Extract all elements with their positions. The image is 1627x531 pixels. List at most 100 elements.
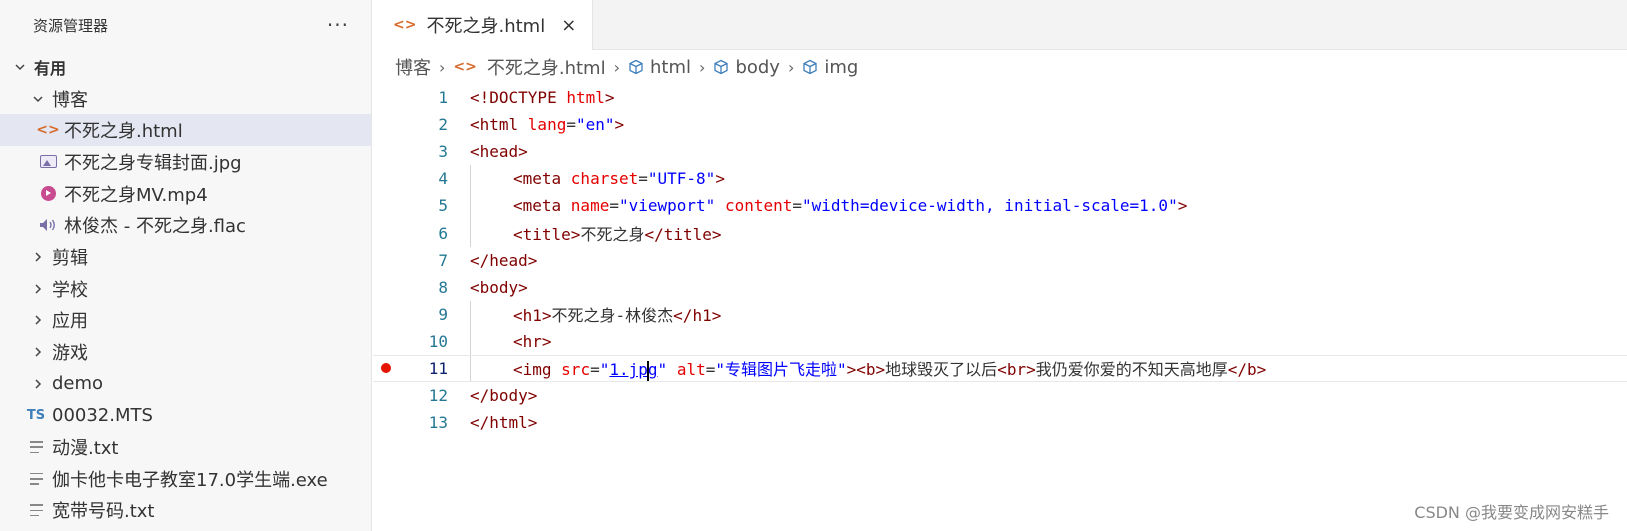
tab-bar: <> 不死之身.html × <box>373 0 1627 50</box>
code-token: = <box>590 360 600 380</box>
chevron-right-icon <box>30 283 46 295</box>
html-file-icon: <> <box>453 59 477 75</box>
tree-file-text[interactable]: 宽带号码.txt <box>0 495 371 527</box>
tree-item-label: 不死之身专辑封面.jpg <box>64 152 242 174</box>
breadcrumb-separator: › <box>699 57 706 77</box>
breadcrumb-separator: › <box>613 57 621 77</box>
breadcrumb-label: 不死之身.html <box>486 58 606 79</box>
code-line-current: 11 <img src="1.jpg" alt="专辑图片飞走啦"><b>地球毁… <box>373 354 1627 383</box>
code-link-token[interactable]: 1.jpg <box>609 360 658 381</box>
line-number: 9 <box>438 304 448 324</box>
line-content: <!DOCTYPE html> <box>470 88 615 107</box>
code-token: 不死之身 <box>580 225 645 245</box>
tree-item-label: 林俊杰 - 不死之身.flac <box>64 216 246 238</box>
code-line: 10 <hr> <box>373 328 1627 355</box>
line-number: 1 <box>438 88 448 108</box>
tree-folder-games[interactable]: 游戏 <box>0 336 371 368</box>
code-token: src <box>561 360 591 380</box>
tree-item-label: 动漫.txt <box>52 438 119 460</box>
line-number: 6 <box>438 223 448 243</box>
tree-folder-blog[interactable]: 博客 <box>0 83 371 115</box>
chevron-down-icon <box>12 61 28 73</box>
code-token: ><b> <box>846 360 886 380</box>
breadcrumb-symbol-body[interactable]: body <box>713 57 780 78</box>
line-content: <img src="1.jpg" alt="专辑图片飞走啦"><b>地球毁灭了以… <box>513 356 1266 381</box>
tree-item-label: demo <box>52 373 104 395</box>
line-number: 10 <box>428 331 448 351</box>
code-line: 6 <title>不死之身</title> <box>373 219 1627 246</box>
more-actions-icon[interactable]: ··· <box>327 13 349 37</box>
image-file-icon <box>38 155 58 169</box>
code-token: </b> <box>1227 360 1267 380</box>
tree-file-image[interactable]: 不死之身专辑封面.jpg <box>0 146 371 178</box>
line-content: <h1>不死之身-林俊杰</h1> <box>513 302 721 326</box>
tree-file-html[interactable]: <> 不死之身.html <box>0 114 371 147</box>
code-token: name <box>570 196 610 216</box>
code-token: 地球毁灭了以后 <box>885 360 998 380</box>
code-line: 13 </html> <box>373 409 1627 436</box>
code-token: 不死之身-林俊杰 <box>551 306 674 326</box>
close-icon[interactable]: × <box>561 15 576 36</box>
breadcrumb-separator: › <box>787 57 795 77</box>
code-token: = <box>705 360 716 380</box>
tree-file-video[interactable]: 不死之身MV.mp4 <box>0 178 371 210</box>
breadcrumb-label: img <box>824 56 859 78</box>
cube-icon <box>629 59 643 75</box>
tree-folder-demo[interactable]: demo <box>0 368 371 400</box>
tree-item-label: 宽带号码.txt <box>52 501 155 523</box>
line-number: 2 <box>438 115 448 135</box>
breadcrumb-symbol-html[interactable]: html <box>628 57 691 78</box>
watermark: CSDN @我要变成网安糕手 <box>1414 503 1609 522</box>
tree-folder-edit[interactable]: 剪辑 <box>0 241 371 273</box>
tree-file-exe[interactable]: 伽卡他卡电子教室17.0学生端.exe <box>0 463 371 495</box>
breadcrumb-folder[interactable]: 博客 <box>395 54 431 80</box>
tree-item-label: 伽卡他卡电子教室17.0学生端.exe <box>52 469 328 491</box>
code-token: <meta <box>513 169 571 189</box>
code-token: 我仍爱你爱的不知天高地厚 <box>1035 360 1228 380</box>
line-content: <meta name="viewport" content="width=dev… <box>513 196 1187 215</box>
code-token: </title> <box>644 225 722 245</box>
code-token: html <box>566 88 605 108</box>
tree-file-audio[interactable]: 林俊杰 - 不死之身.flac <box>0 209 371 241</box>
breadcrumb-label: 博客 <box>395 58 431 79</box>
code-token: "专辑图片飞走啦" <box>715 360 847 380</box>
code-token: > <box>604 88 615 108</box>
code-token: alt <box>676 360 706 380</box>
code-editor[interactable]: 1 <!DOCTYPE html> 2 <html lang="en"> 3 <… <box>373 84 1627 436</box>
breadcrumb-symbol-img[interactable]: img <box>802 57 858 78</box>
code-token: = <box>792 196 803 216</box>
line-content: </html> <box>470 413 537 432</box>
line-content: <html lang="en"> <box>470 115 624 134</box>
code-token: <body> <box>470 277 528 297</box>
code-line: 4 <meta charset="UTF-8"> <box>373 165 1627 192</box>
chevron-down-icon <box>30 93 46 105</box>
tree-file-text[interactable]: 动漫.txt <box>0 431 371 463</box>
line-content: </body> <box>470 386 537 405</box>
code-token: "width=device-width, initial-scale=1.0" <box>802 196 1178 216</box>
line-number: 13 <box>428 413 448 433</box>
line-number: 8 <box>438 277 448 297</box>
tree-folder-apps[interactable]: 应用 <box>0 305 371 337</box>
code-token: "viewport" <box>618 196 716 216</box>
cube-icon <box>714 59 729 75</box>
breadcrumb-file[interactable]: <> 不死之身.html <box>453 54 605 80</box>
code-token: </h1> <box>673 306 722 326</box>
breadcrumb-label: html <box>650 56 692 78</box>
tree-item-label: 剪辑 <box>52 247 88 269</box>
html-file-icon: <> <box>36 122 60 139</box>
code-token: <h1> <box>513 306 552 326</box>
tree-file-mts[interactable]: TS 00032.MTS <box>0 400 371 432</box>
tree-root-folder[interactable]: 有用 <box>0 51 371 83</box>
line-number-text: 11 <box>428 358 448 378</box>
line-content: <title>不死之身</title> <box>513 221 722 245</box>
video-file-icon <box>38 186 58 202</box>
tree-item-label: 学校 <box>52 279 88 301</box>
breakpoint-icon[interactable] <box>381 363 391 374</box>
editor-area: <> 不死之身.html × 博客 › <> 不死之身.html › html … <box>373 0 1627 531</box>
chevron-right-icon <box>30 378 46 390</box>
code-token: <meta <box>513 196 571 216</box>
tab-html-file[interactable]: <> 不死之身.html × <box>373 0 594 50</box>
tree-folder-school[interactable]: 学校 <box>0 273 371 305</box>
code-token: <img <box>513 360 562 380</box>
